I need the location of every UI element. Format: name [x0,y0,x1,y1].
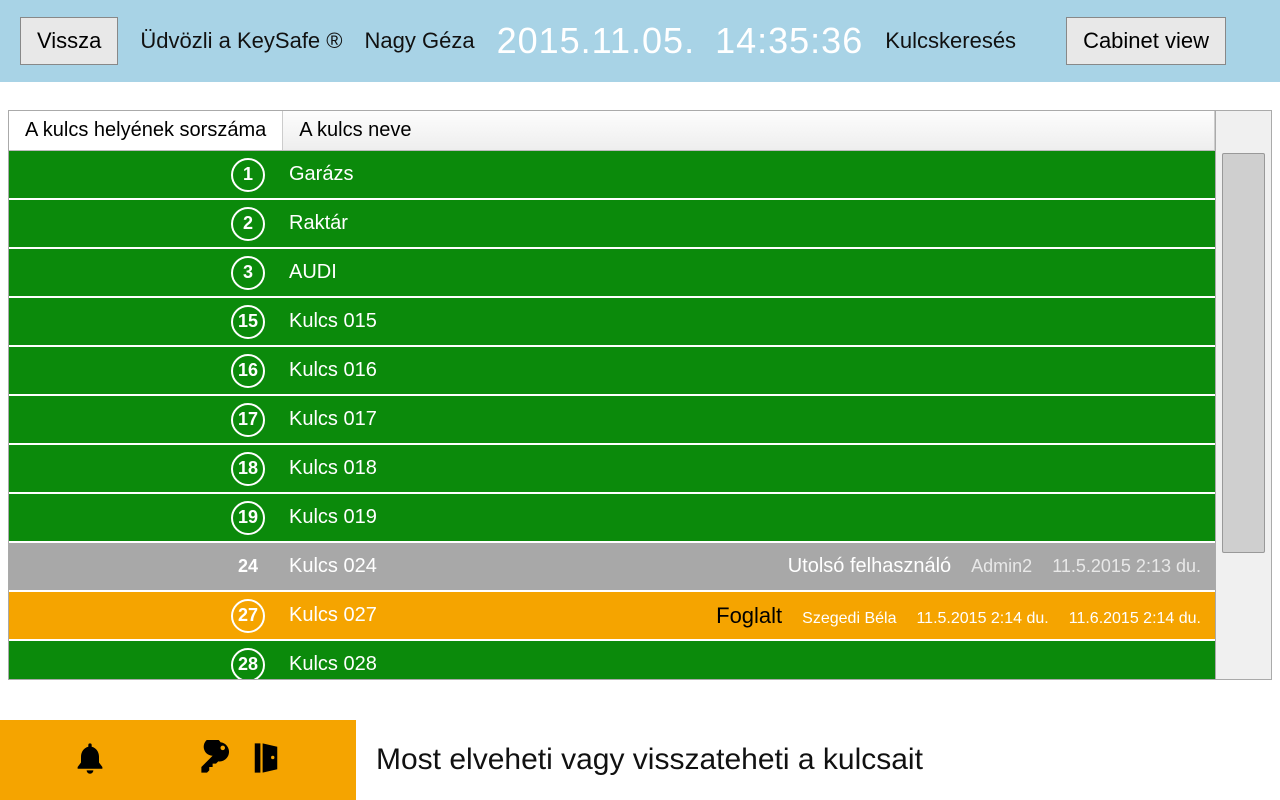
slot-cell: 16 [9,354,275,388]
footer-bar: Most elveheti vagy visszateheti a kulcsa… [0,720,1280,800]
table-row[interactable]: 28 Kulcs 028 [9,641,1215,679]
key-icon[interactable] [198,740,234,781]
key-name: Kulcs 016 [275,359,1215,382]
key-name: Kulcs 027 [275,604,716,627]
slot-cell: 27 [9,599,275,633]
table-row[interactable]: 2 Raktár [9,200,1215,249]
slot-cell: 3 [9,256,275,290]
key-name: Raktár [275,212,1215,235]
back-button[interactable]: Vissza [20,17,118,65]
slot-cell: 19 [9,501,275,535]
meta-label: Utolsó felhasználó [788,555,951,578]
slot-number: 2 [231,207,265,241]
footer-icons [0,720,356,800]
key-name: Kulcs 019 [275,506,1215,529]
scrollbar-thumb[interactable] [1222,153,1265,553]
meta-date1: 11.5.2015 2:13 du. [1052,556,1201,577]
welcome-text: Üdvözli a KeySafe ® [140,28,342,54]
slot-number: 19 [231,501,265,535]
table-row[interactable]: 17 Kulcs 017 [9,396,1215,445]
row-meta: Utolsó felhasználó Admin2 11.5.2015 2:13 d… [788,555,1215,578]
slot-number: 15 [231,305,265,339]
key-name: Kulcs 018 [275,457,1215,480]
meta-user: Szegedi Béla [802,610,896,628]
datetime: 2015.11.05. 14:35:36 [497,20,864,62]
slot-cell: 17 [9,403,275,437]
header-bar: Vissza Üdvözli a KeySafe ® Nagy Géza 201… [0,0,1280,82]
bell-icon[interactable] [72,740,108,781]
date-text: 2015.11.05. [497,20,696,62]
table-row[interactable]: 1 Garázs [9,151,1215,200]
cabinet-view-button[interactable]: Cabinet view [1066,17,1226,65]
table-row[interactable]: 24 Kulcs 024Utolsó felhasználó Admin2 11.5.… [9,543,1215,592]
door-icon[interactable] [248,740,284,781]
table-row[interactable]: 16 Kulcs 016 [9,347,1215,396]
table-row[interactable]: 3 AUDI [9,249,1215,298]
slot-cell: 24 [9,550,275,584]
key-table: A kulcs helyének sorszáma A kulcs neve 1… [8,110,1272,680]
key-table-inner: A kulcs helyének sorszáma A kulcs neve 1… [8,110,1216,680]
slot-number: 16 [231,354,265,388]
slot-number: 1 [231,158,265,192]
slot-cell: 1 [9,158,275,192]
time-text: 14:35:36 [715,20,863,62]
meta-date1: 11.5.2015 2:14 du. [916,610,1048,628]
meta-label: Foglalt [716,603,782,629]
slot-cell: 18 [9,452,275,486]
table-row[interactable]: 27 Kulcs 027Foglalt Szegedi Béla 11.5.2015 … [9,592,1215,641]
slot-number: 3 [231,256,265,290]
row-meta: Foglalt Szegedi Béla 11.5.2015 2:14 du. 11.… [716,603,1215,629]
key-name: AUDI [275,261,1215,284]
slot-number: 18 [231,452,265,486]
key-search-label[interactable]: Kulcskeresés [885,28,1016,54]
column-headers: A kulcs helyének sorszáma A kulcs neve [9,111,1215,151]
table-row[interactable]: 18 Kulcs 018 [9,445,1215,494]
slot-number: 28 [231,648,265,680]
slot-cell: 2 [9,207,275,241]
meta-user: Admin2 [971,556,1032,577]
user-name: Nagy Géza [365,28,475,54]
footer-message: Most elveheti vagy visszateheti a kulcsa… [356,720,1280,800]
column-slot[interactable]: A kulcs helyének sorszáma [9,111,283,150]
slot-cell: 28 [9,648,275,680]
table-row[interactable]: 19 Kulcs 019 [9,494,1215,543]
key-name: Kulcs 017 [275,408,1215,431]
column-name[interactable]: A kulcs neve [283,111,1215,150]
key-name: Kulcs 015 [275,310,1215,333]
table-row[interactable]: 15 Kulcs 015 [9,298,1215,347]
scrollbar[interactable] [1216,110,1272,680]
key-name: Kulcs 028 [275,653,1215,676]
slot-number: 17 [231,403,265,437]
meta-date2: 11.6.2015 2:14 du. [1069,610,1201,628]
slot-cell: 15 [9,305,275,339]
slot-number: 27 [231,599,265,633]
slot-number: 24 [231,550,265,584]
key-name: Kulcs 024 [275,555,788,578]
key-rows: 1 Garázs 2 Raktár 3 AUDI 15 Kulcs 015 16 Kulcs 01… [9,151,1215,679]
key-name: Garázs [275,163,1215,186]
